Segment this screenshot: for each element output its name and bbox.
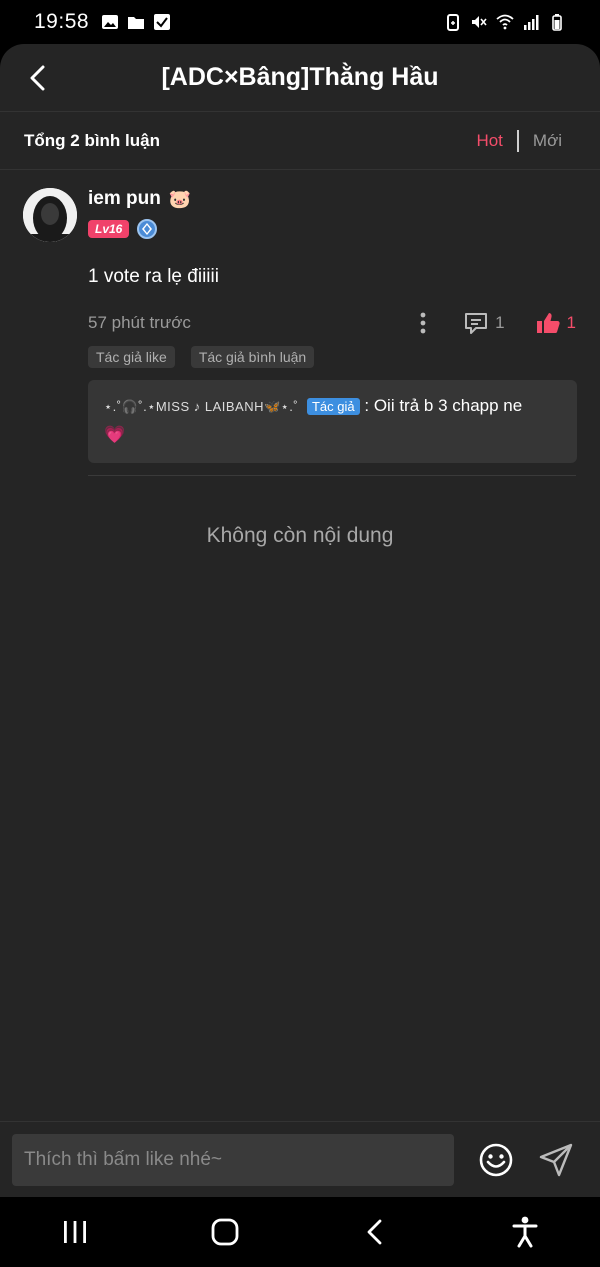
- comment-body: iem pun 🐷 Lv16 1 vote ra lẹ điiiii 57 ph…: [88, 186, 577, 463]
- thumbs-up-icon: [536, 313, 560, 333]
- reply-button[interactable]: 1: [463, 311, 505, 335]
- avatar[interactable]: [23, 188, 77, 242]
- status-left-icons: [101, 13, 171, 31]
- accessibility-button[interactable]: [495, 1207, 555, 1257]
- reply-text: Oii trả b 3 chapp ne: [373, 396, 523, 415]
- author-reply-box[interactable]: ⋆.˚🎧˚.⋆MISS ♪ LAIBANH🦋⋆.˚ Tác giả : Oii …: [88, 380, 577, 463]
- recent-apps-button[interactable]: [45, 1207, 105, 1257]
- comment-icon: [465, 313, 488, 334]
- home-button[interactable]: [195, 1207, 255, 1257]
- comment-item: iem pun 🐷 Lv16 1 vote ra lẹ điiiii 57 ph…: [0, 170, 600, 476]
- status-bar: 19:58: [0, 0, 600, 44]
- more-options-button[interactable]: [413, 310, 433, 336]
- tag-author-liked: Tác giả like: [88, 346, 175, 368]
- author-tag: Tác giả: [306, 398, 360, 415]
- comment-input[interactable]: [12, 1133, 454, 1186]
- image-icon: [102, 15, 119, 29]
- wifi-icon: [496, 14, 514, 30]
- system-nav-bar: [0, 1197, 600, 1267]
- comment-input-bar: [0, 1121, 600, 1197]
- back-button[interactable]: [18, 58, 58, 98]
- back-icon: [367, 1219, 382, 1245]
- status-time: 19:58: [34, 10, 90, 33]
- verified-badge-icon: [137, 219, 158, 239]
- comments-sheet: [ADC×Bâng]Thằng Hầu Tổng 2 bình luận Hot…: [0, 44, 600, 1197]
- more-vertical-icon: [420, 312, 426, 334]
- reply-separator: :: [364, 396, 370, 415]
- tag-author-commented: Tác giả bình luận: [190, 346, 315, 368]
- author-tags-row: Tác giả like Tác giả bình luận: [88, 346, 576, 368]
- home-icon: [211, 1218, 239, 1246]
- comment-divider: [88, 475, 576, 476]
- sort-tabs: Hot Mới: [476, 129, 576, 152]
- level-badge: Lv16: [88, 220, 130, 238]
- reply-author[interactable]: ⋆.˚🎧˚.⋆MISS ♪ LAIBANH🦋⋆.˚: [104, 399, 298, 414]
- emoji-button[interactable]: [478, 1142, 514, 1178]
- system-back-button[interactable]: [345, 1207, 405, 1257]
- chevron-left-icon: [30, 65, 45, 91]
- avatar-image: [23, 188, 77, 242]
- sort-divider: [516, 129, 519, 152]
- send-button[interactable]: [538, 1142, 574, 1178]
- top-bar: [ADC×Bâng]Thằng Hầu: [0, 44, 600, 112]
- status-right-icons: [444, 13, 566, 31]
- comment-actions: 1 1: [413, 310, 576, 336]
- recent-apps-icon: [64, 1221, 86, 1243]
- comment-meta-row: 57 phút trước 1 1: [88, 308, 576, 338]
- battery-icon: [552, 14, 562, 31]
- accessibility-icon: [512, 1216, 538, 1248]
- signal-icon: [524, 15, 539, 30]
- reply-count: 1: [495, 313, 505, 332]
- battery-saver-icon: [447, 14, 459, 31]
- like-button[interactable]: 1: [535, 311, 576, 335]
- total-comments-label: Tổng 2 bình luận: [24, 130, 160, 150]
- tab-hot[interactable]: Hot: [476, 131, 502, 151]
- pig-emoji: 🐷: [168, 188, 192, 209]
- username-row: iem pun 🐷: [88, 186, 576, 212]
- page-title: [ADC×Bâng]Thằng Hầu: [161, 63, 439, 91]
- end-of-content-label: Không còn nội dung: [206, 524, 394, 547]
- heart-emoji: 💗: [104, 425, 126, 444]
- comment-timestamp: 57 phút trước: [88, 313, 191, 332]
- comment-text: 1 vote ra lẹ điiiii: [88, 266, 219, 287]
- comments-summary-bar: Tổng 2 bình luận Hot Mới: [0, 112, 600, 170]
- badges-row: Lv16: [88, 218, 576, 240]
- mute-icon: [472, 16, 487, 28]
- like-count: 1: [566, 313, 576, 332]
- tab-new[interactable]: Mới: [533, 131, 562, 151]
- send-icon: [539, 1143, 573, 1176]
- smiley-icon: [479, 1143, 513, 1176]
- checkbox-icon: [154, 14, 171, 30]
- username[interactable]: iem pun: [88, 188, 161, 210]
- reply-line: ⋆.˚🎧˚.⋆MISS ♪ LAIBANH🦋⋆.˚ Tác giả : Oii …: [104, 392, 561, 449]
- folder-icon: [128, 17, 145, 29]
